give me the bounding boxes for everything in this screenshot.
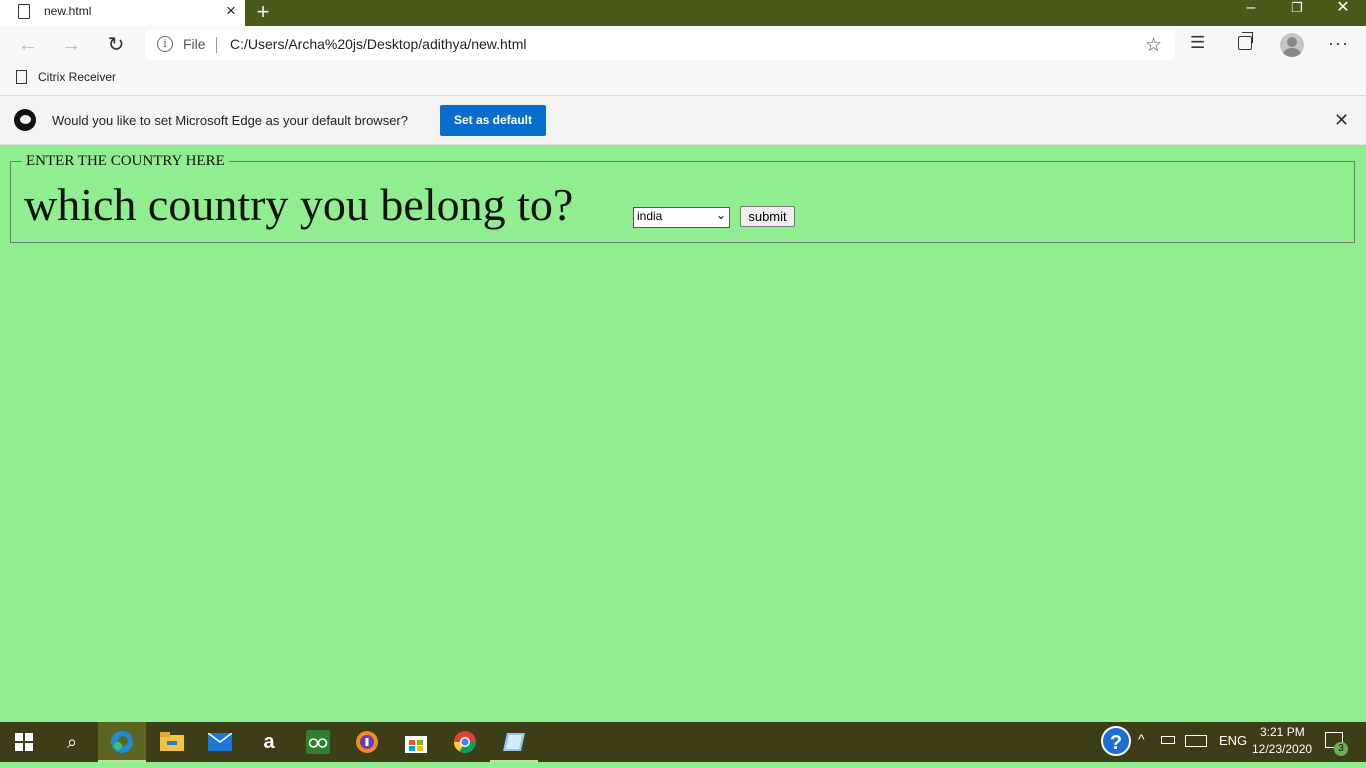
tripadvisor-icon[interactable] (294, 722, 342, 762)
language-indicator[interactable]: ENG (1219, 733, 1247, 748)
submit-button[interactable]: submit (740, 206, 795, 227)
tab-title: new.html (44, 4, 92, 18)
url-text[interactable]: C:/Users/Archa%20js/Desktop/adithya/new.… (230, 36, 526, 52)
notepad-icon[interactable] (490, 722, 538, 762)
new-tab-button[interactable]: + (254, 0, 272, 25)
favorites-bar (0, 64, 1366, 96)
forward-arrow-icon[interactable]: → (59, 33, 83, 57)
question-text: which country you belong to? (24, 179, 574, 230)
notification-count-badge: 3 (1334, 742, 1348, 756)
edge-icon[interactable] (98, 722, 146, 762)
close-window-button[interactable]: ✕ (1320, 0, 1366, 23)
vpn-icon[interactable] (343, 722, 391, 762)
restore-button[interactable]: ❐ (1274, 0, 1320, 23)
info-icon[interactable]: i (157, 36, 173, 52)
collections-icon[interactable] (1238, 32, 1253, 50)
more-menu-icon[interactable]: ··· (1328, 33, 1349, 54)
refresh-icon[interactable]: ↻ (104, 33, 128, 57)
close-tab-icon[interactable]: × (222, 1, 240, 21)
country-select[interactable]: india ⌄ (633, 207, 730, 228)
mail-icon[interactable] (196, 722, 244, 762)
set-as-default-button[interactable]: Set as default (440, 105, 546, 136)
banner-close-icon[interactable]: ✕ (1334, 110, 1349, 131)
address-separator (216, 37, 217, 53)
store-icon[interactable] (392, 722, 440, 762)
amazon-icon[interactable]: a (245, 722, 293, 762)
search-icon[interactable]: ⌕ (48, 722, 96, 762)
clock-time[interactable]: 3:21 PM (1260, 725, 1305, 739)
clock-date[interactable]: 12/23/2020 (1252, 742, 1312, 756)
chevron-down-icon: ⌄ (715, 208, 726, 222)
tray-expand-chevron-icon[interactable]: ^ (1138, 731, 1145, 747)
banner-message: Would you like to set Microsoft Edge as … (52, 113, 408, 128)
file-icon (18, 4, 30, 19)
start-icon[interactable] (0, 722, 48, 762)
scheme-label: File (183, 36, 206, 52)
keyboard-icon[interactable] (1185, 735, 1207, 747)
favorites-list-icon[interactable]: ☰ (1190, 33, 1205, 53)
favorite-file-icon (16, 70, 27, 84)
minimize-button[interactable]: – (1228, 0, 1274, 23)
battery-icon[interactable] (1161, 736, 1175, 744)
favorite-star-icon[interactable]: ☆ (1145, 34, 1162, 57)
favorite-item-citrix[interactable]: Citrix Receiver (38, 70, 116, 84)
help-icon[interactable]: ? (1101, 726, 1131, 756)
edge-logo-icon (14, 109, 36, 131)
country-select-value: india (637, 209, 663, 223)
chrome-icon[interactable] (441, 722, 489, 762)
fieldset-legend: ENTER THE COUNTRY HERE (22, 153, 229, 170)
browser-tab[interactable]: new.html × (0, 0, 245, 26)
back-arrow-icon[interactable]: ← (16, 33, 40, 57)
file-explorer-icon[interactable] (148, 722, 196, 762)
profile-avatar-icon[interactable] (1280, 33, 1304, 57)
